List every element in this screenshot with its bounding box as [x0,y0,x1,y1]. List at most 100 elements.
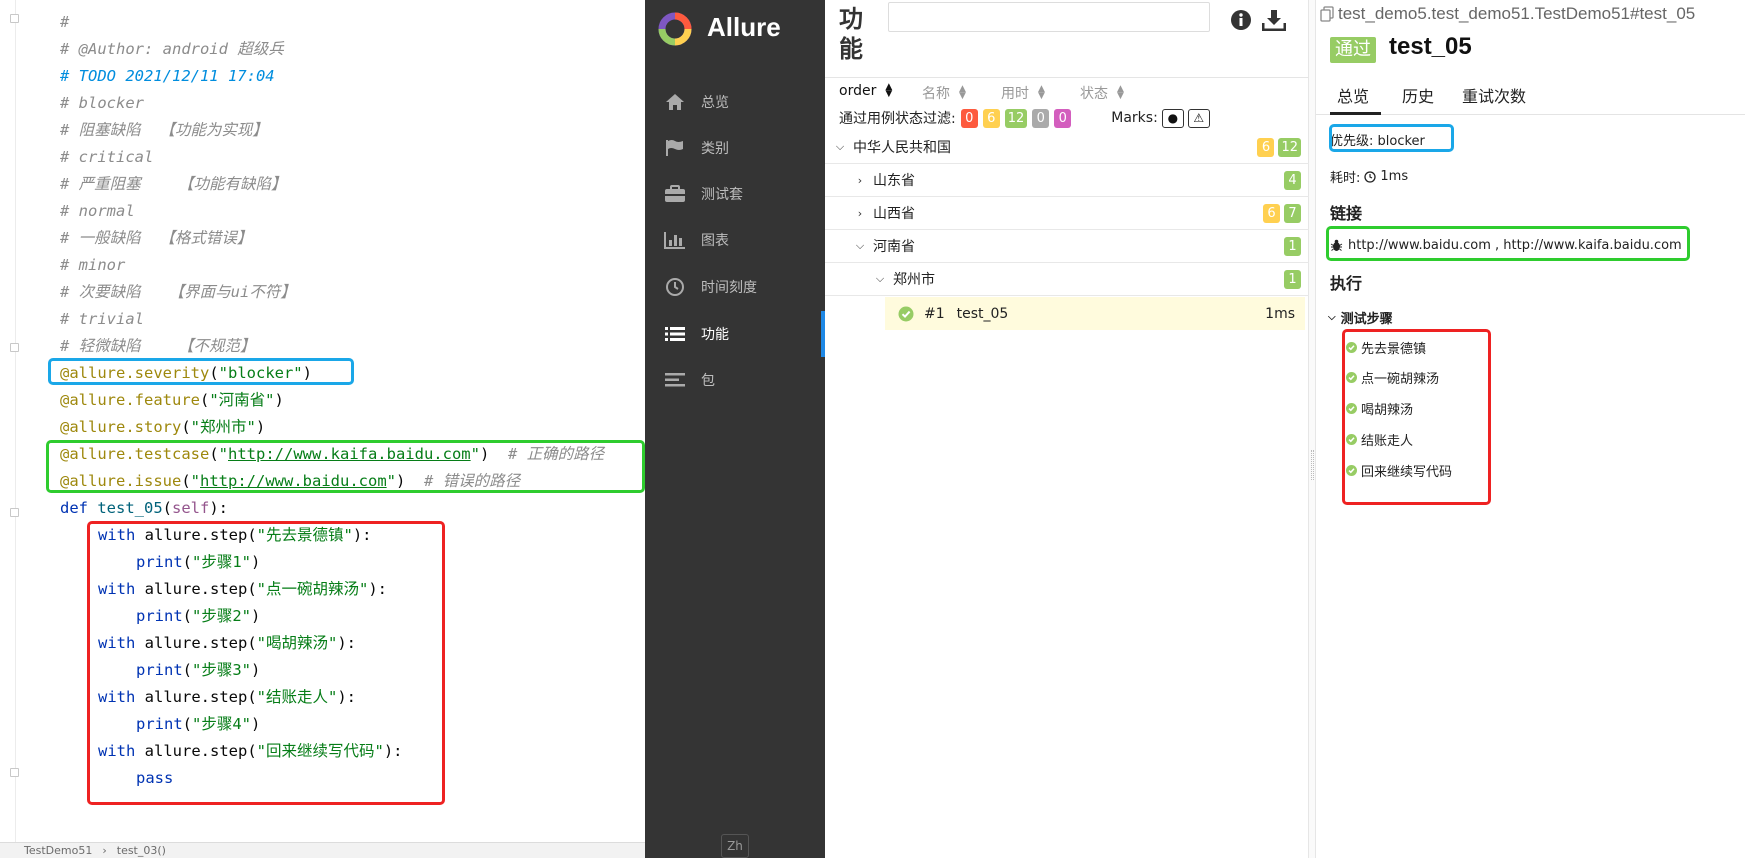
nav-item-suites[interactable]: 测试套 [645,171,825,217]
editor-breadcrumb: TestDemo51 › test_03() [0,842,645,858]
test-steps-toggle[interactable]: ⌵ 测试步骤 [1328,308,1393,327]
test-step[interactable]: 回来继续写代码 [1346,461,1452,480]
test-step[interactable]: 先去景德镇 [1346,338,1426,357]
brand-name[interactable]: Allure [707,12,781,43]
code-with-line: with allure.step("结账走人"): [98,688,357,706]
copy-icon[interactable] [1320,6,1334,22]
code-print-line: print("步骤1") [136,553,261,571]
passed-check-icon [1346,403,1357,414]
test-duration: 1ms [1265,305,1295,322]
code-comment: # @Author: android 超级兵 [60,40,284,58]
step-call: allure.step [144,526,248,544]
nav-item-label: 测试套 [701,187,743,203]
url-link[interactable]: http://www.baidu.com [200,472,387,490]
string-arg: "步骤1" [192,553,252,571]
step-label: 点一碗胡辣汤 [1361,372,1440,387]
code-feature-line: @allure.feature("河南省") [60,391,284,409]
nav-item-categories[interactable]: 类别 [645,125,825,171]
sort-order[interactable]: order ▲ ▼ [839,83,892,100]
tree-node-label: 河南省 [873,239,915,255]
breadcrumb-separator: › [102,844,107,857]
test-step[interactable]: 结账走人 [1346,430,1413,449]
filter-broken-toggle[interactable]: 6 [982,108,1000,128]
keyword: pass [136,769,174,787]
passed-check-icon [898,306,914,321]
self-param: self [172,499,210,517]
tree-node[interactable]: ⌵ 中华人民共和国 6 12 [825,131,1309,164]
code-comment: # blocker [60,94,144,112]
code-with-line: with allure.step("喝胡辣汤"): [98,634,357,652]
code-comment: # 次要缺陷 【界面与ui不符】 [60,283,296,301]
search-input[interactable] [888,2,1210,32]
code-editor[interactable]: # # @Author: android 超级兵 # TODO 2021/12/… [0,0,645,858]
bomb-icon[interactable]: ● [1161,108,1184,128]
nav-item-label: 包 [701,373,715,389]
test-step[interactable]: 点一碗胡辣汤 [1346,368,1439,387]
breadcrumb-item[interactable]: test_03() [117,844,166,857]
chevron-down-icon: ⌵ [855,239,865,252]
string-arg: "郑州市" [190,418,256,436]
splitter-grip[interactable] [1311,450,1314,480]
nav-item-overview[interactable]: 总览 [645,79,825,125]
chevron-right-icon: › [857,173,863,187]
code-comment: # normal [60,202,135,220]
decorator: @allure.story [60,418,182,436]
tree-node[interactable]: ⌵ 河南省 1 [825,230,1309,263]
url-link[interactable]: http://www.kaifa.baidu.com [228,445,471,463]
status-filter: 通过用例状态过滤: 0 6 12 0 0 Marks: ● ⚠ [839,107,1210,129]
status-badge: 通过 [1330,37,1376,63]
keyword: def [60,499,88,517]
passed-check-icon [1346,434,1357,445]
sort-status[interactable]: 状态 ▲ ▼ [1080,83,1124,103]
link-urls[interactable]: http://www.baidu.com , http://www.kaifa.… [1348,238,1682,253]
nav-item-label: 类别 [701,141,729,157]
code-comment: # minor [60,256,126,274]
keyword: print [136,715,183,733]
language-switch[interactable]: Zh [721,834,749,858]
test-step[interactable]: 喝胡辣汤 [1346,399,1413,418]
warning-icon[interactable]: ⚠ [1187,108,1210,128]
filter-passed-toggle[interactable]: 12 [1004,108,1028,128]
chevron-right-icon: › [857,206,863,220]
test-case-row[interactable]: #1 test_05 1ms [885,297,1305,330]
filter-unknown-toggle[interactable]: 0 [1054,108,1072,128]
panel-splitter[interactable] [1309,0,1316,858]
allure-logo-icon [658,12,692,46]
tree-node[interactable]: › 山西省 67 [825,197,1309,230]
sort-name[interactable]: 名称 ▲ ▼ [922,83,966,103]
filter-skipped-toggle[interactable]: 0 [1032,108,1050,128]
code-area[interactable]: # # @Author: android 超级兵 # TODO 2021/12/… [0,0,645,842]
info-icon[interactable] [1230,9,1252,31]
download-icon[interactable] [1262,9,1286,31]
code-comment: # critical [60,148,154,166]
code-print-line: print("步骤3") [136,661,261,679]
nav-item-label: 时间刻度 [701,280,757,296]
step-call: allure.step [144,742,248,760]
tab-overview[interactable]: 总览 [1330,83,1381,115]
tab-retries[interactable]: 重试次数 [1462,83,1526,115]
tree-node-label: 郑州市 [893,272,935,288]
behaviors-tree-panel: 功能 order ▲ ▼ 名称 ▲ ▼ 用时 ▲ ▼ 状态 ▲ ▼ 通过用例状态过滤: 0 6 … [825,0,1309,858]
nav-item-timeline[interactable]: 时间刻度 [645,264,825,310]
briefcase-icon [662,185,688,203]
tab-history[interactable]: 历史 [1402,83,1434,115]
nav-item-graphs[interactable]: 图表 [645,217,825,263]
sort-duration[interactable]: 用时 ▲ ▼ [1001,83,1045,103]
links-row: http://www.baidu.com , http://www.kaifa.… [1330,238,1682,253]
sort-label: 用时 [1001,86,1029,102]
nav-item-behaviors[interactable]: 功能 [645,311,825,357]
clock-icon [1364,170,1377,183]
filter-failed-toggle[interactable]: 0 [960,108,978,128]
tree-node[interactable]: › 山东省 4 [825,164,1309,197]
tree-node[interactable]: ⌵ 郑州市 1 [825,263,1309,296]
flag-icon [662,139,688,157]
align-left-icon [662,371,688,389]
breadcrumb-item[interactable]: TestDemo51 [24,844,92,857]
code-comment: # 严重阻塞 【功能有缺陷】 [60,175,287,193]
sort-arrows-icon: ▲ ▼ [1038,84,1045,101]
nav-item-packages[interactable]: 包 [645,357,825,403]
test-title: test_05 [1389,33,1472,60]
keyword: with [98,526,136,544]
code-comment: # 轻微缺陷 【不规范】 [60,337,256,355]
string-arg: "步骤2" [192,607,252,625]
